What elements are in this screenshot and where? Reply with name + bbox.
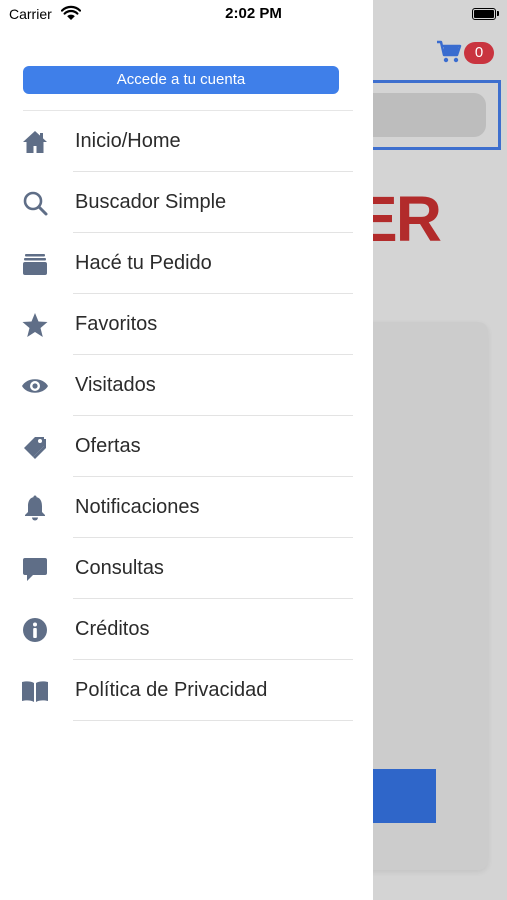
status-bar: Carrier 2:02 PM (0, 0, 507, 28)
menu-item-label: Buscador Simple (75, 191, 227, 213)
menu-item-inquiries[interactable]: Consultas (0, 538, 373, 599)
menu-item-visited[interactable]: Visitados (0, 355, 373, 416)
menu-item-label: Notificaciones (75, 496, 200, 518)
menu-item-search[interactable]: Buscador Simple (0, 172, 373, 233)
menu-item-order[interactable]: Hacé tu Pedido (0, 233, 373, 294)
menu-item-label: Visitados (75, 374, 156, 396)
menu-item-label: Política de Privacidad (75, 679, 268, 701)
cart-icon[interactable] (436, 40, 462, 64)
clock: 2:02 PM (225, 5, 282, 22)
comment-icon (21, 555, 49, 583)
search-icon (21, 189, 49, 217)
battery-icon (472, 8, 496, 20)
menu-item-label: Hacé tu Pedido (75, 252, 212, 274)
menu-item-notifications[interactable]: Notificaciones (0, 477, 373, 538)
menu-item-label: Consultas (75, 557, 164, 579)
menu-item-favorites[interactable]: Favoritos (0, 294, 373, 355)
drawer-menu: Inicio/Home Buscador Simple Hacé tu Pedi… (0, 111, 373, 721)
menu-item-credits[interactable]: Créditos (0, 599, 373, 660)
box-icon (21, 250, 49, 278)
battery-tip (497, 11, 499, 16)
menu-item-offers[interactable]: Ofertas (0, 416, 373, 477)
tags-icon (21, 433, 49, 461)
info-icon (21, 616, 49, 644)
account-login-button[interactable]: Accede a tu cuenta (23, 66, 339, 94)
menu-item-label: Inicio/Home (75, 130, 181, 152)
side-drawer: Accede a tu cuenta Inicio/Home Buscador … (0, 0, 373, 900)
divider (73, 720, 353, 721)
menu-item-label: Ofertas (75, 435, 141, 457)
eye-icon (21, 372, 49, 400)
star-icon (21, 311, 49, 339)
menu-item-privacy[interactable]: Política de Privacidad (0, 660, 373, 721)
menu-item-home[interactable]: Inicio/Home (0, 111, 373, 172)
bell-icon (21, 494, 49, 522)
home-icon (21, 128, 49, 156)
book-icon (21, 677, 49, 705)
cart-count-badge: 0 (464, 42, 494, 64)
menu-item-label: Favoritos (75, 313, 158, 335)
menu-item-label: Créditos (75, 618, 150, 640)
